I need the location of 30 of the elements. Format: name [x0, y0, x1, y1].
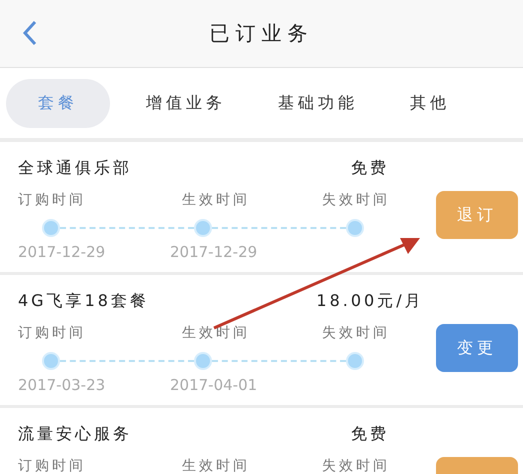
tab[interactable]: 基础功能: [256, 78, 380, 128]
service-name: 全球通俱乐部: [18, 158, 133, 178]
milestone-label: 生效时间: [181, 192, 251, 209]
milestone-label: 订购时间: [18, 325, 87, 342]
timeline-dot: [42, 352, 60, 370]
milestone-label: 生效时间: [181, 325, 251, 342]
milestone-label: 失效时间: [322, 458, 391, 474]
milestone-label: 生效时间: [181, 458, 251, 474]
milestone-label: 失效时间: [322, 192, 391, 209]
tab[interactable]: 增值业务: [124, 78, 248, 128]
page-title: 已订业务: [210, 20, 314, 47]
service-price: 18.00元/月: [316, 291, 424, 311]
milestone-date: 2017-03-23: [18, 376, 106, 394]
service-name: 流量安心服务: [18, 424, 133, 444]
timeline-dot: [42, 219, 60, 237]
service-name: 4G飞享18套餐: [18, 291, 150, 311]
milestone-date: 2017-04-01: [170, 376, 258, 394]
milestone-date: 2017-12-29: [170, 243, 258, 261]
timeline-dot: [194, 352, 212, 370]
timeline-dot: [346, 352, 364, 370]
milestone-date: 2017-12-29: [18, 243, 106, 261]
timeline-dot: [346, 219, 364, 237]
timeline-dot: [194, 219, 212, 237]
milestone-label: 订购时间: [18, 458, 87, 474]
tab[interactable]: 其他: [388, 78, 472, 128]
milestone-label: 失效时间: [322, 325, 391, 342]
back-icon[interactable]: [22, 20, 38, 46]
service-price: 免费: [351, 158, 389, 178]
service-price: 免费: [351, 424, 389, 444]
milestone-label: 订购时间: [18, 192, 87, 209]
